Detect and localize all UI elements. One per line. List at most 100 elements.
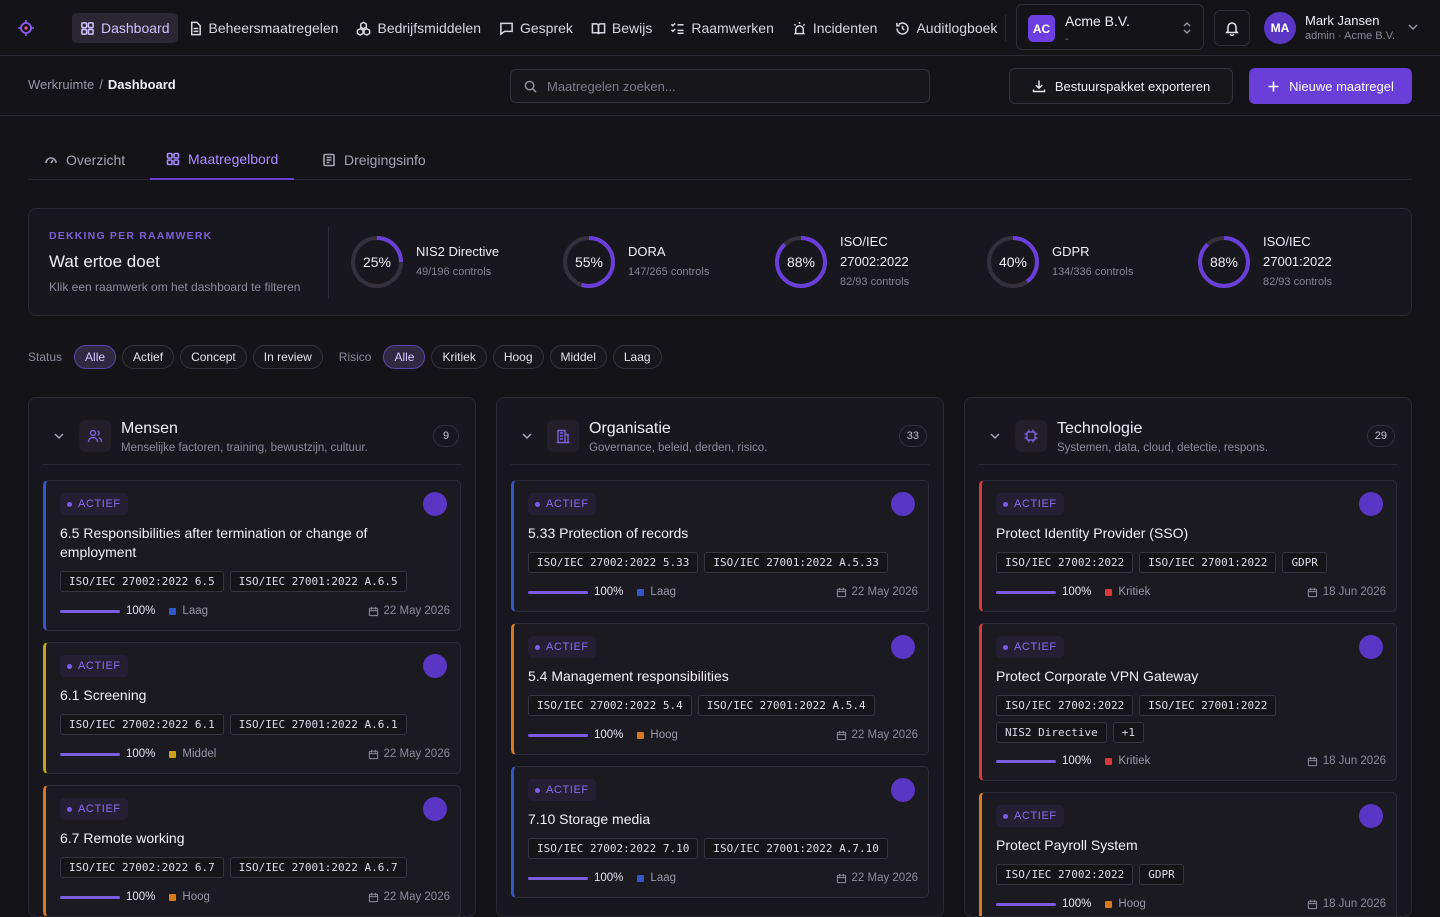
framework-filter-1[interactable]: 55% DORA 147/265 controls bbox=[562, 209, 762, 315]
risk-label: Laag bbox=[650, 586, 677, 598]
status-chip-in-review[interactable]: In review bbox=[252, 345, 323, 369]
nav-bedrijfsmiddelen[interactable]: Bedrijfsmiddelen bbox=[348, 13, 489, 43]
risk-label: Laag bbox=[182, 605, 209, 617]
tab-maatregelbord[interactable]: Maatregelbord bbox=[150, 140, 295, 180]
control-card[interactable]: ACTIEF 5.4 Management responsibilities ISO… bbox=[511, 623, 929, 755]
risk-label: Hoog bbox=[650, 729, 678, 741]
owner-avatar[interactable] bbox=[1359, 804, 1383, 828]
control-card[interactable]: ACTIEF 5.33 Protection of records ISO/IEC … bbox=[511, 480, 929, 612]
chip-icon bbox=[1024, 429, 1038, 443]
progress-bar bbox=[60, 752, 120, 756]
cubes-icon bbox=[357, 21, 371, 36]
risk-chip-hoog[interactable]: Hoog bbox=[492, 345, 544, 369]
framework-tag: +1 bbox=[1112, 722, 1144, 743]
nav-auditlogboek[interactable]: Auditlogboek bbox=[887, 13, 1005, 43]
nav-bewijs[interactable]: Bewijs bbox=[583, 13, 660, 43]
risk-chip-laag[interactable]: Laag bbox=[612, 345, 662, 369]
progress-value: 100% bbox=[1062, 755, 1092, 767]
search-input[interactable] bbox=[547, 70, 927, 102]
due-date-label: 22 May 2026 bbox=[383, 748, 451, 760]
status-chip-actief[interactable]: Actief bbox=[122, 345, 175, 369]
coverage-percent: 88% bbox=[786, 254, 816, 270]
top-bar: Dashboard Beheersmaatregelen Bedrijfsmid… bbox=[0, 0, 1440, 56]
notifications-button[interactable] bbox=[1214, 10, 1250, 46]
control-card[interactable]: ACTIEF Protect Identity Provider (SSO) ISO… bbox=[979, 480, 1397, 612]
column-title: Organisatie bbox=[589, 420, 671, 437]
risk-swatch bbox=[637, 874, 645, 882]
nav-dashboard[interactable]: Dashboard bbox=[72, 13, 178, 43]
progress-value: 100% bbox=[126, 605, 156, 617]
tab-dreigingsinfo[interactable]: Dreigingsinfo bbox=[306, 140, 442, 180]
export-board-pack-button[interactable]: Bestuurspakket exporteren bbox=[1009, 68, 1233, 104]
framework-tag: GDPR bbox=[1282, 552, 1327, 573]
new-control-button[interactable]: Nieuwe maatregel bbox=[1249, 68, 1412, 104]
control-card[interactable]: ACTIEF 7.10 Storage media ISO/IEC 27002:20… bbox=[511, 766, 929, 898]
coverage-percent: 55% bbox=[574, 254, 604, 270]
search-icon bbox=[524, 80, 537, 93]
control-card[interactable]: ACTIEF 6.1 Screening ISO/IEC 27002:2022 6.… bbox=[43, 642, 461, 774]
tab-label: Maatregelbord bbox=[188, 151, 279, 167]
page-header: Werkruimte / Dashboard Bestuurspakket ex… bbox=[0, 56, 1440, 116]
status-chip-concept[interactable]: Concept bbox=[180, 345, 247, 369]
risk-chip-alle[interactable]: Alle bbox=[383, 345, 426, 369]
nav-gesprek[interactable]: Gesprek bbox=[491, 13, 581, 43]
control-card[interactable]: ACTIEF Protect Corporate VPN Gateway ISO/I… bbox=[979, 623, 1397, 781]
progress-value: 100% bbox=[126, 891, 156, 903]
chevron-down-icon[interactable] bbox=[989, 430, 1001, 442]
owner-avatar[interactable] bbox=[1359, 492, 1383, 516]
framework-tags: ISO/IEC 27002:2022 GDPR bbox=[996, 864, 1376, 885]
nav-beheersmaatregelen[interactable]: Beheersmaatregelen bbox=[180, 13, 347, 43]
control-title: 7.10 Storage media bbox=[528, 811, 651, 827]
user-avatar[interactable]: MA bbox=[1264, 12, 1296, 44]
control-card[interactable]: ACTIEF 6.7 Remote working ISO/IEC 27002:20… bbox=[43, 785, 461, 916]
control-card[interactable]: ACTIEF 6.5 Responsibilities after termina… bbox=[43, 480, 461, 631]
nav-incidenten[interactable]: Incidenten bbox=[784, 13, 886, 43]
control-title: 5.33 Protection of records bbox=[528, 525, 689, 541]
status-chip-alle[interactable]: Alle bbox=[74, 345, 117, 369]
framework-tag: ISO/IEC 27002:2022 6.7 bbox=[60, 857, 224, 878]
owner-avatar[interactable] bbox=[423, 654, 447, 678]
card-footer: 100% Hoog 22 May 2026 bbox=[60, 889, 450, 905]
tab-overzicht[interactable]: Overzicht bbox=[28, 140, 141, 180]
chevron-down-icon[interactable] bbox=[521, 430, 533, 442]
framework-filter-3[interactable]: 40% GDPR 134/336 controls bbox=[986, 209, 1186, 315]
column-description: Governance, beleid, derden, risico. bbox=[589, 442, 768, 454]
divider bbox=[1005, 15, 1006, 41]
framework-filter-0[interactable]: 25% NIS2 Directive 49/196 controls bbox=[350, 209, 550, 315]
nav-label: Bewijs bbox=[611, 20, 653, 36]
breadcrumb-root[interactable]: Werkruimte bbox=[28, 77, 94, 92]
owner-avatar[interactable] bbox=[423, 492, 447, 516]
chevron-down-icon[interactable] bbox=[53, 430, 65, 442]
main-nav: Dashboard Beheersmaatregelen Bedrijfsmid… bbox=[72, 13, 1005, 43]
chat-icon bbox=[500, 22, 513, 36]
framework-controls-count: 147/265 controls bbox=[628, 266, 710, 278]
risk-filter-label: Risico bbox=[338, 350, 372, 364]
framework-tag: ISO/IEC 27002:2022 5.33 bbox=[528, 552, 699, 573]
export-label: Bestuurspakket exporteren bbox=[1054, 78, 1211, 94]
owner-avatar[interactable] bbox=[891, 635, 915, 659]
user-name[interactable]: Mark Jansen bbox=[1305, 13, 1379, 28]
framework-filter-4[interactable]: 88% ISO/IEC 27001:2022 82/93 controls bbox=[1197, 209, 1397, 315]
framework-filter-2[interactable]: 88% ISO/IEC 27002:2022 82/93 controls bbox=[774, 209, 974, 315]
siren-icon bbox=[793, 21, 806, 34]
risk-chip-kritiek[interactable]: Kritiek bbox=[431, 345, 487, 369]
calendar-icon bbox=[1307, 756, 1317, 766]
nav-raamwerken[interactable]: Raamwerken bbox=[662, 13, 781, 43]
org-subtitle: - bbox=[1065, 33, 1069, 45]
chevron-down-icon[interactable] bbox=[1406, 20, 1420, 34]
org-name: Acme B.V. bbox=[1065, 13, 1130, 29]
control-card[interactable]: ACTIEF Protect Payroll System ISO/IEC 2700… bbox=[979, 792, 1397, 916]
status-badge: ACTIEF bbox=[528, 636, 596, 658]
column-header: Organisatie Governance, beleid, derden, r… bbox=[511, 398, 929, 465]
framework-tags: ISO/IEC 27002:2022 6.5 ISO/IEC 27001:2022… bbox=[60, 571, 440, 592]
owner-avatar[interactable] bbox=[891, 778, 915, 802]
owner-avatar[interactable] bbox=[1359, 635, 1383, 659]
owner-avatar[interactable] bbox=[891, 492, 915, 516]
org-switcher[interactable]: AC Acme B.V. - bbox=[1016, 4, 1204, 50]
framework-tag: ISO/IEC 27001:2022 A.7.10 bbox=[704, 838, 888, 859]
owner-avatar[interactable] bbox=[423, 797, 447, 821]
app-logo-icon[interactable] bbox=[17, 19, 35, 37]
framework-tag: ISO/IEC 27001:2022 A.5.33 bbox=[704, 552, 888, 573]
framework-tag: ISO/IEC 27002:2022 7.10 bbox=[528, 838, 699, 859]
risk-chip-middel[interactable]: Middel bbox=[549, 345, 607, 369]
